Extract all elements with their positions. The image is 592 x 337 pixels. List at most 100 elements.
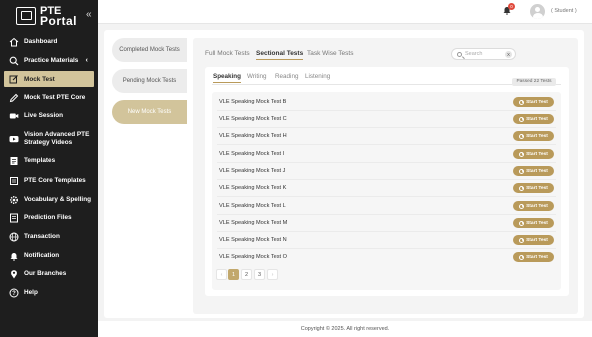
sidebar-item-label: Help: [24, 289, 38, 296]
avatar[interactable]: [530, 4, 545, 19]
list-item: VLE Speaking Mock Test I Start Test: [213, 145, 560, 162]
sidebar-item-templates[interactable]: Templates: [4, 155, 94, 166]
sidebar-item-label: Transaction: [24, 233, 60, 240]
sidebar-item-label: Dashboard: [24, 38, 58, 45]
sidebar-item-label: Templates: [24, 157, 56, 164]
test-name: VLE Speaking Mock Test N: [219, 236, 287, 243]
test-name: VLE Speaking Mock Test I: [219, 150, 285, 157]
sidebar-item-label: Mock Test PTE Core: [24, 94, 86, 101]
search-icon: [457, 51, 462, 57]
sidebar-item-label: Vision Advanced PTE Strategy Videos: [24, 130, 90, 147]
test-name: VLE Speaking Mock Test L: [219, 202, 286, 209]
pencil-icon: [9, 93, 19, 102]
list-item: VLE Speaking Mock Test N Start Test: [213, 231, 560, 248]
sidebar-item-our-branches[interactable]: Our Branches: [4, 268, 94, 279]
start-test-button[interactable]: Start Test: [513, 201, 554, 211]
gear-icon: [9, 195, 19, 204]
list-item: VLE Speaking Mock Test O Start Test: [213, 248, 560, 265]
collapse-sidebar-icon[interactable]: «: [86, 9, 92, 20]
pagination-next[interactable]: ›: [267, 269, 278, 280]
side-tab-new-mock-tests[interactable]: New Mock Tests: [112, 100, 187, 124]
list-item: VLE Speaking Mock Test L Start Test: [213, 197, 560, 214]
list-item: VLE Speaking Mock Test B Start Test: [213, 93, 560, 110]
play-icon: [519, 203, 525, 209]
sidebar-item-label: Prediction Files: [24, 214, 72, 221]
sidebar-item-live-session[interactable]: Live Session: [4, 110, 94, 121]
tab-full-mock-tests[interactable]: Full Mock Tests: [205, 50, 250, 57]
sidebar-item-help[interactable]: ? Help: [4, 287, 94, 298]
subtab-speaking[interactable]: Speaking: [213, 73, 241, 83]
pagination-page-3[interactable]: 3: [254, 269, 265, 280]
test-name: VLE Speaking Mock Test O: [219, 253, 287, 260]
sidebar-item-vocabulary-spelling[interactable]: Vocabulary & Spelling: [4, 194, 94, 205]
play-icon: [519, 151, 525, 157]
sidebar-item-transaction[interactable]: Transaction: [4, 231, 94, 242]
footer-copyright: Copyright © 2025. All right reserved.: [98, 321, 592, 337]
user-role-label[interactable]: ( Student ): [551, 8, 577, 14]
sidebar-item-label: Our Branches: [24, 270, 67, 277]
sidebar-item-dashboard[interactable]: Dashboard: [4, 36, 94, 47]
video-icon: [9, 113, 19, 118]
sidebar-item-notification[interactable]: Notification: [4, 250, 94, 261]
brand-logo[interactable]: PTE Portal: [16, 6, 78, 28]
pagination-prev[interactable]: ‹: [216, 269, 227, 280]
sidebar-item-label: Live Session: [24, 112, 64, 119]
notification-count-badge: 0: [508, 3, 515, 10]
tab-sectional-tests[interactable]: Sectional Tests: [256, 50, 304, 60]
test-name: VLE Speaking Mock Test M: [219, 219, 288, 226]
side-tab-pending-mock-tests[interactable]: Pending Mock Tests: [112, 69, 187, 93]
play-icon: [519, 185, 525, 191]
sidebar-item-label: Mock Test: [24, 75, 55, 83]
topbar: [98, 0, 592, 24]
home-icon: [9, 37, 19, 46]
list-item: VLE Speaking Mock Test M Start Test: [213, 214, 560, 231]
start-test-button[interactable]: Start Test: [513, 166, 554, 176]
start-test-button[interactable]: Start Test: [513, 114, 554, 124]
clear-search-icon[interactable]: X: [505, 50, 512, 58]
list-item: VLE Speaking Mock Test J Start Test: [213, 162, 560, 179]
edit-icon: [9, 75, 18, 84]
play-icon: [519, 220, 525, 226]
play-icon: [519, 254, 525, 260]
list-item: VLE Speaking Mock Test K Start Test: [213, 179, 560, 196]
play-icon: [519, 116, 525, 122]
youtube-icon: [9, 136, 19, 143]
start-test-button[interactable]: Start Test: [513, 149, 554, 159]
sidebar-item-label: Notification: [24, 252, 60, 259]
pagination-page-1[interactable]: 1: [228, 269, 239, 280]
start-test-button[interactable]: Start Test: [513, 97, 554, 107]
help-icon: ?: [9, 288, 19, 297]
sidebar-item-prediction-files[interactable]: Prediction Files: [4, 212, 94, 223]
sidebar-item-label: Practice Materials: [24, 57, 79, 64]
subtab-listening[interactable]: Listening: [305, 73, 330, 80]
start-test-button[interactable]: Start Test: [513, 183, 554, 193]
sidebar-item-mock-test-pte-core[interactable]: Mock Test PTE Core: [4, 92, 94, 103]
test-name: VLE Speaking Mock Test K: [219, 184, 287, 191]
sidebar-item-pte-core-templates[interactable]: PTE Core Templates: [4, 175, 94, 186]
pagination-page-2[interactable]: 2: [241, 269, 252, 280]
subtab-divider: [212, 84, 561, 85]
sidebar-item-mock-test[interactable]: Mock Test: [4, 71, 94, 87]
sidebar-item-practice-materials[interactable]: Practice Materials ‹: [4, 55, 94, 66]
search-icon: [9, 56, 19, 65]
folder-icon: [10, 176, 18, 185]
play-icon: [519, 168, 525, 174]
start-test-button[interactable]: Start Test: [513, 252, 554, 262]
subtab-reading[interactable]: Reading: [275, 73, 298, 80]
globe-icon: [9, 232, 19, 241]
test-name: VLE Speaking Mock Test J: [219, 167, 286, 174]
tab-task-wise-tests[interactable]: Task Wise Tests: [307, 50, 353, 57]
sidebar-item-label: PTE Core Templates: [24, 177, 86, 184]
test-name: VLE Speaking Mock Test B: [219, 98, 287, 105]
search-input[interactable]: [465, 51, 503, 57]
start-test-button[interactable]: Start Test: [513, 218, 554, 228]
start-test-button[interactable]: Start Test: [513, 235, 554, 245]
search-box[interactable]: X: [451, 48, 516, 60]
brand-line2: Portal: [40, 14, 78, 28]
list-item: VLE Speaking Mock Test C Start Test: [213, 110, 560, 127]
subtab-writing[interactable]: Writing: [247, 73, 266, 80]
svg-text:?: ?: [12, 291, 16, 297]
start-test-button[interactable]: Start Test: [513, 131, 554, 141]
sidebar-item-strategy-videos[interactable]: Vision Advanced PTE Strategy Videos: [4, 128, 94, 150]
side-tab-completed-mock-tests[interactable]: Completed Mock Tests: [112, 38, 187, 62]
